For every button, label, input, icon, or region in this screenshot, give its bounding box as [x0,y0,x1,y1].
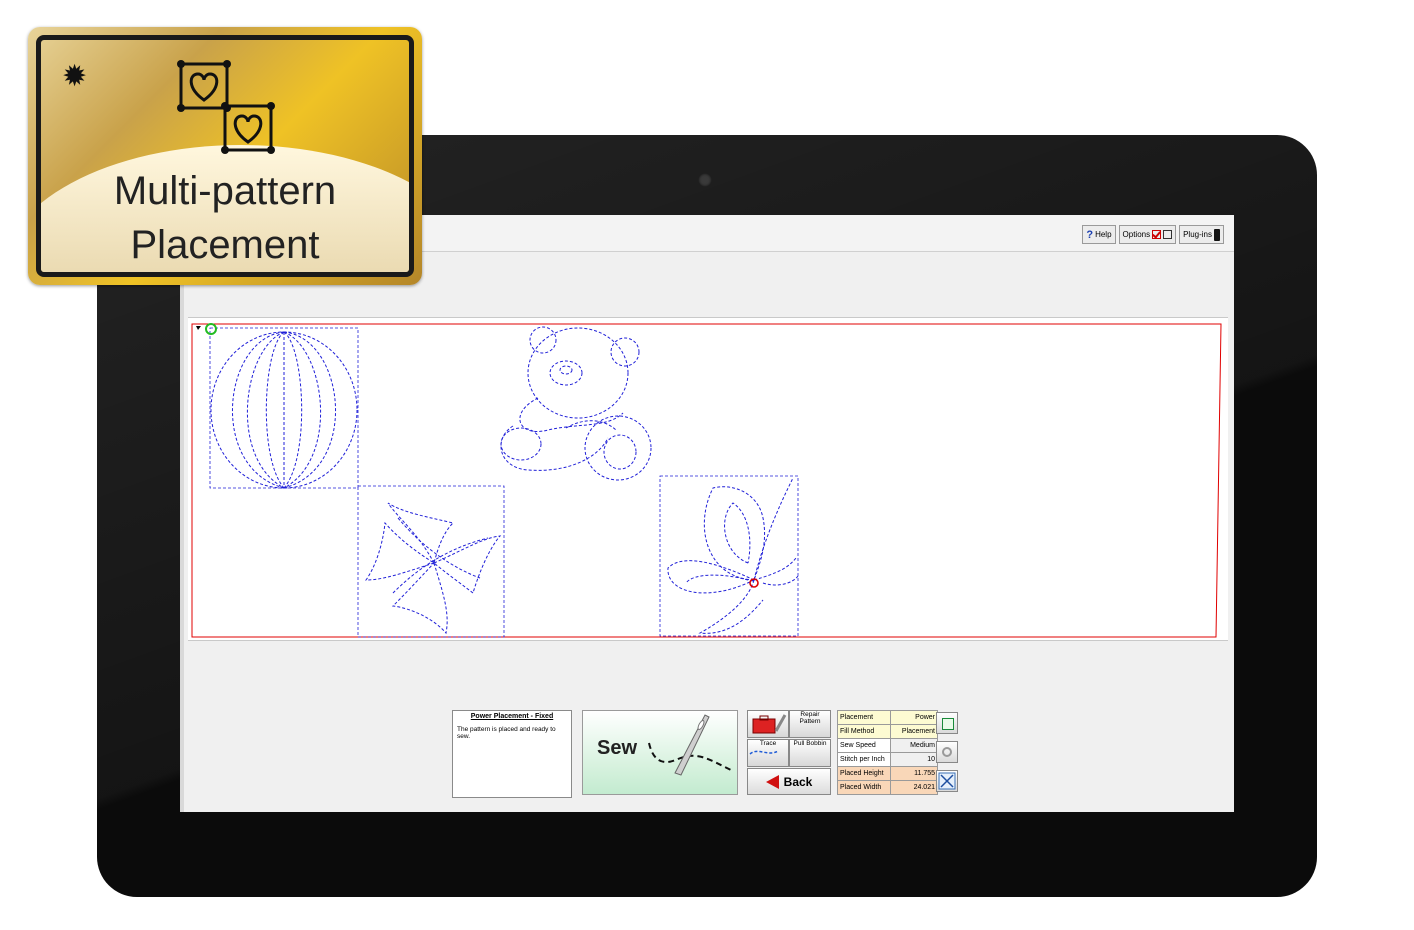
corner-marker-icon [196,326,201,330]
status-body: The pattern is placed and ready to sew. [457,726,556,740]
back-label: Back [783,774,813,789]
settings-row: Sew Speed Medium [837,738,938,753]
settings-row: Stitch per Inch 10 [837,752,938,767]
pumpkin-pattern[interactable] [209,327,359,489]
start-point-marker [205,323,217,335]
left-edge-divider [180,215,184,812]
badge-title-line2: Placement [130,223,320,267]
pull-bobbin-button[interactable]: Pull Bobbin [789,739,831,767]
plug-icon [1214,228,1220,241]
starburst-icon: ✹ [62,60,88,93]
settings-row: Placed Height 11.755 [837,766,938,781]
toolbox-icon [752,714,787,734]
multi-heart-placement-icon [177,60,275,154]
toolbox-button[interactable] [747,710,789,738]
back-arrow-icon [765,774,779,789]
pattern-canvas[interactable] [188,317,1228,641]
settings-row: Fill Method Placement [837,724,938,739]
options-label: Options [1122,230,1151,239]
checkbox-empty-icon [1163,230,1173,239]
plugins-label: Plug-ins [1183,230,1212,239]
quilt-boundary [191,323,1222,638]
teddy-bear-pattern[interactable] [500,326,652,481]
settings-row: Placed Width 24.021 [837,780,938,795]
trace-button[interactable]: Trace [747,739,789,767]
settings-gear-button[interactable] [936,741,958,763]
feature-badge: ✹ Multi-pattern Placement [28,27,422,285]
help-button[interactable]: ? Help [1082,225,1116,244]
back-button[interactable]: Back [747,768,831,795]
trace-path-icon [749,750,779,755]
select-pattern-button[interactable] [936,712,958,734]
star-swirl-pattern[interactable] [357,485,505,638]
help-label: Help [1095,230,1112,239]
repair-pattern-label: Repair Pattern [799,711,821,725]
butterfly-pattern[interactable] [659,475,799,637]
settings-row: Placement Power [837,710,938,725]
app-screen: ? Help Options Plug-ins Power Placement … [180,215,1234,812]
status-message-box: Power Placement - Fixed The pattern is p… [452,710,572,798]
expand-arrows-icon [938,772,956,790]
pull-bobbin-label: Pull Bobbin [793,740,827,747]
plugins-button[interactable]: Plug-ins [1179,225,1224,244]
repair-pattern-button[interactable]: Repair Pattern [789,710,831,738]
tool-buttons: Repair Pattern Trace Pull Bobbin Back [747,710,831,795]
options-button[interactable]: Options [1118,225,1177,244]
status-title: Power Placement - Fixed [470,713,554,720]
sew-button[interactable]: Sew [582,710,738,795]
trace-label: Trace [759,740,777,747]
checkbox-checked-icon [1152,230,1162,239]
settings-table: Placement Power Fill Method Placement Sew … [837,710,961,795]
badge-title-line1: Multi-pattern [113,169,337,213]
needle-thread-icon [648,714,734,776]
help-icon: ? [1086,228,1094,241]
resize-pattern-button[interactable] [936,770,958,792]
badge-frame: ✹ Multi-pattern Placement [36,35,414,277]
camera-icon [698,173,712,187]
